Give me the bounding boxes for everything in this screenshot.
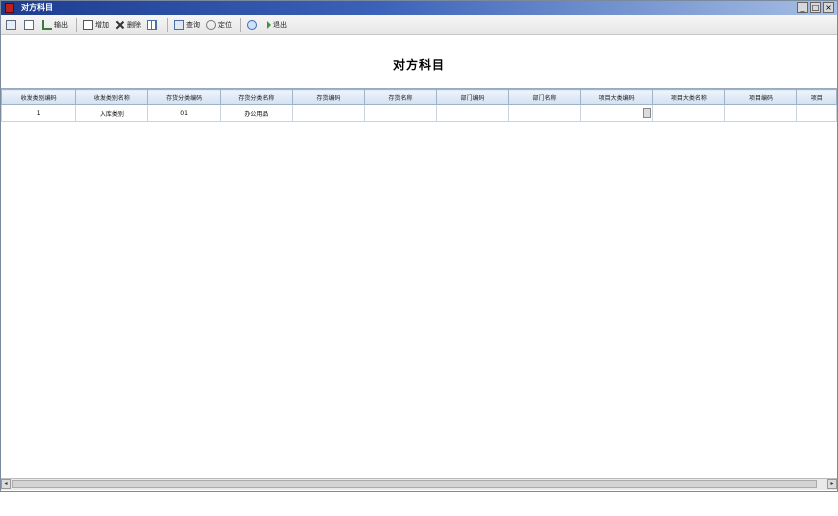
- grid-cell[interactable]: [652, 104, 726, 122]
- delete-icon: [115, 20, 125, 30]
- toolbar-separator: [240, 17, 241, 32]
- title-bar: 对方科目 _ □ ×: [1, 1, 837, 15]
- page-title: 对方科目: [392, 58, 445, 72]
- grid-cell[interactable]: 办公用品: [219, 104, 293, 122]
- column-header[interactable]: 存货分类编码: [147, 89, 221, 105]
- grid-icon: [147, 19, 157, 30]
- maximize-button[interactable]: □: [810, 2, 821, 13]
- column-header[interactable]: 存货分类名称: [219, 89, 293, 105]
- query-button[interactable]: 查询: [172, 17, 202, 33]
- add-button[interactable]: 增加: [81, 17, 111, 33]
- grid-button[interactable]: [145, 17, 161, 33]
- locate-button[interactable]: 定位: [204, 17, 234, 33]
- grid-cell[interactable]: [579, 104, 654, 122]
- print-icon: [6, 19, 16, 30]
- export-icon: [42, 19, 52, 30]
- help-icon: [247, 19, 257, 30]
- data-grid: 收发类别编码 收发类别名称 存货分类编码 存货分类名称 存货编码 存货名称 部门…: [1, 88, 837, 480]
- column-header[interactable]: 存货名称: [363, 89, 437, 105]
- column-header[interactable]: 部门名称: [507, 89, 581, 105]
- grid-cell[interactable]: [796, 104, 837, 122]
- grid-cell[interactable]: 1: [1, 104, 77, 122]
- delete-button[interactable]: 删除: [113, 17, 143, 33]
- preview-icon: [24, 19, 34, 30]
- window-title: 对方科目: [21, 3, 53, 12]
- toolbar-separator: [167, 17, 168, 32]
- minimize-button[interactable]: _: [797, 2, 808, 13]
- toolbar-separator: [76, 17, 77, 32]
- window: 对方科目 _ □ × 输出 增加 删除 查询 定位 退出 对方科目 收发类别编码…: [0, 0, 838, 492]
- column-header[interactable]: 收发类别名称: [75, 89, 149, 105]
- exit-icon: [267, 20, 271, 29]
- column-header[interactable]: 存货编码: [291, 89, 365, 105]
- grid-cell[interactable]: [363, 104, 437, 122]
- grid-header-row: 收发类别编码 收发类别名称 存货分类编码 存货分类名称 存货编码 存货名称 部门…: [1, 89, 837, 105]
- print-button[interactable]: [4, 17, 20, 33]
- scroll-thumb[interactable]: [12, 480, 817, 488]
- table-row[interactable]: 1 入库类别 01 办公用品: [1, 104, 837, 122]
- scroll-right-button[interactable]: ▸: [827, 479, 837, 489]
- locate-icon: [206, 19, 216, 30]
- column-header[interactable]: 收发类别编码: [1, 89, 77, 105]
- close-button[interactable]: ×: [823, 2, 834, 13]
- cell-browse-button[interactable]: [643, 108, 652, 118]
- column-header[interactable]: 部门编码: [435, 89, 509, 105]
- grid-cell[interactable]: 入库类别: [75, 104, 149, 122]
- help-button[interactable]: [245, 17, 261, 33]
- grid-table: 收发类别编码 收发类别名称 存货分类编码 存货分类名称 存货编码 存货名称 部门…: [1, 89, 837, 122]
- window-controls: _ □ ×: [797, 2, 834, 13]
- toolbar: 输出 增加 删除 查询 定位 退出: [1, 15, 837, 35]
- query-icon: [174, 19, 184, 30]
- export-button[interactable]: 输出: [40, 17, 70, 33]
- horizontal-scrollbar[interactable]: ◂ ▸: [1, 478, 837, 490]
- grid-cell[interactable]: [724, 104, 798, 122]
- column-header[interactable]: 项目: [796, 89, 837, 105]
- exit-button[interactable]: 退出: [263, 17, 289, 33]
- column-header[interactable]: 项目大类名称: [652, 89, 726, 105]
- preview-button[interactable]: [22, 17, 38, 33]
- app-icon: [5, 3, 14, 13]
- grid-cell[interactable]: 01: [147, 104, 221, 122]
- grid-cell[interactable]: [507, 104, 581, 122]
- grid-cell[interactable]: [291, 104, 365, 122]
- grid-cell[interactable]: [435, 104, 509, 122]
- scroll-left-button[interactable]: ◂: [1, 479, 11, 489]
- column-header[interactable]: 项目大类编码: [579, 89, 654, 105]
- column-header[interactable]: 项目编码: [724, 89, 798, 105]
- new-document-icon: [83, 19, 93, 30]
